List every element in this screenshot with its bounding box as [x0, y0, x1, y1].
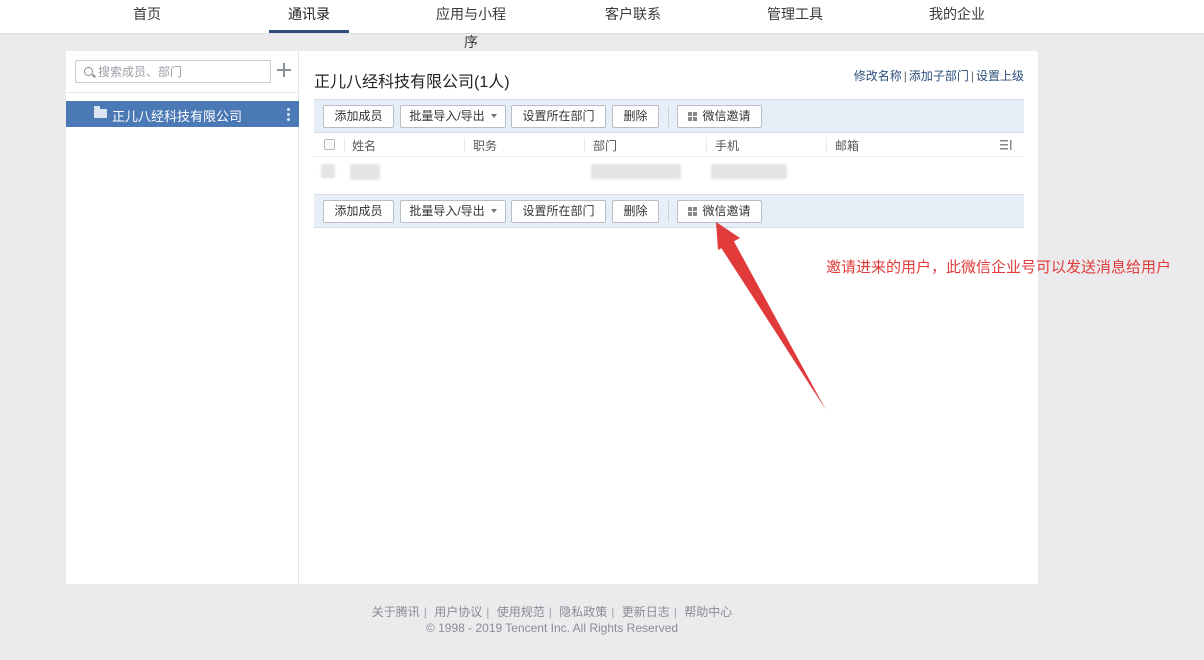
table-header: 姓名 职务 部门 手机 邮箱 [314, 133, 1024, 157]
toolbar-top: 添加成员 批量导入/导出 设置所在部门 删除 微信邀请 [314, 99, 1024, 133]
toolbar-bottom: 添加成员 批量导入/导出 设置所在部门 删除 微信邀请 [314, 194, 1024, 228]
delete-button[interactable]: 删除 [612, 105, 659, 128]
row-checkbox[interactable] [321, 164, 335, 178]
column-email: 邮箱 [835, 139, 860, 153]
footer-links: 关于腾讯 | 用户协议 | 使用规范 | 隐私政策 | 更新日志 | 帮助中心 [371, 605, 733, 619]
blurred-phone [711, 164, 787, 179]
footer-link-about[interactable]: 关于腾讯 [372, 605, 420, 619]
nav-home[interactable]: 首页 [107, 0, 187, 34]
more-vertical-icon[interactable] [287, 108, 290, 121]
batch-import-export-label: 批量导入/导出 [409, 109, 485, 123]
caret-down-icon [490, 114, 497, 118]
column-position: 职务 [473, 139, 498, 153]
wechat-invite-button[interactable]: 微信邀请 [677, 105, 762, 128]
qr-code-icon [688, 207, 698, 216]
search-box[interactable] [75, 60, 271, 83]
column-name: 姓名 [352, 139, 377, 153]
caret-down-icon [490, 209, 497, 213]
top-nav: 首页 通讯录 应用与小程序 客户联系 管理工具 我的企业 [0, 0, 1204, 50]
folder-icon [94, 106, 107, 118]
add-member-button[interactable]: 添加成员 [323, 200, 394, 223]
table-row[interactable] [314, 158, 1024, 194]
footer-link-help[interactable]: 帮助中心 [684, 605, 732, 619]
add-subdepartment-link[interactable]: 添加子部门 [909, 69, 969, 83]
blurred-name [350, 164, 380, 180]
search-icon [84, 67, 93, 76]
department-actions: 修改名称 | 添加子部门 | 设置上级 [853, 69, 1024, 83]
wechat-invite-button[interactable]: 微信邀请 [677, 200, 762, 223]
batch-import-export-button[interactable]: 批量导入/导出 [400, 105, 506, 128]
rename-link[interactable]: 修改名称 [854, 69, 902, 83]
column-department: 部门 [593, 139, 618, 153]
nav-contacts[interactable]: 通讯录 [269, 0, 349, 34]
toolbar-divider [668, 201, 669, 222]
copyright: © 1998 - 2019 Tencent Inc. All Rights Re… [425, 621, 679, 635]
tree-item-company[interactable]: 正儿八经科技有限公司 [66, 101, 299, 127]
divider [66, 92, 299, 93]
main-card: 正儿八经科技有限公司 正儿八经科技有限公司(1人) 修改名称|添加子部门|设置上… [66, 51, 1038, 584]
nav-my-enterprise[interactable]: 我的企业 [917, 0, 997, 34]
add-member-button[interactable]: 添加成员 [323, 105, 394, 128]
nav-customer-contact[interactable]: 客户联系 [593, 0, 673, 34]
batch-import-export-label: 批量导入/导出 [409, 204, 485, 218]
select-all-checkbox[interactable] [324, 139, 335, 150]
add-department-icon[interactable] [277, 63, 291, 77]
search-input[interactable] [98, 63, 266, 80]
batch-import-export-button[interactable]: 批量导入/导出 [400, 200, 506, 223]
set-parent-link[interactable]: 设置上级 [976, 69, 1024, 83]
delete-button[interactable]: 删除 [612, 200, 659, 223]
footer-link-rules[interactable]: 使用规范 [497, 605, 545, 619]
footer-link-privacy[interactable]: 隐私政策 [559, 605, 607, 619]
column-settings-icon[interactable] [1000, 140, 1012, 150]
nav-management-tools[interactable]: 管理工具 [755, 0, 835, 34]
qr-code-icon [688, 112, 698, 121]
nav-apps[interactable]: 应用与小程序 [430, 0, 512, 50]
footer-link-changelog[interactable]: 更新日志 [622, 605, 670, 619]
toolbar-divider [668, 106, 669, 127]
column-phone: 手机 [715, 139, 740, 153]
set-department-button[interactable]: 设置所在部门 [511, 105, 606, 128]
blurred-department [591, 164, 681, 179]
content-area: 正儿八经科技有限公司(1人) 修改名称 | 添加子部门 | 设置上级 添加成员 批量导入… [314, 51, 1024, 584]
sidebar: 正儿八经科技有限公司 [66, 51, 299, 584]
footer-link-agreement[interactable]: 用户协议 [434, 605, 482, 619]
page-title: 正儿八经科技有限公司(1人) [314, 74, 510, 91]
tree-item-label: 正儿八经科技有限公司 [112, 109, 243, 124]
set-department-button[interactable]: 设置所在部门 [511, 200, 606, 223]
wechat-invite-label: 微信邀请 [702, 204, 751, 218]
wechat-invite-label: 微信邀请 [702, 109, 751, 123]
annotation-text: 邀请进来的用户，此微信企业号可以发送消息给用户 [826, 259, 1172, 276]
